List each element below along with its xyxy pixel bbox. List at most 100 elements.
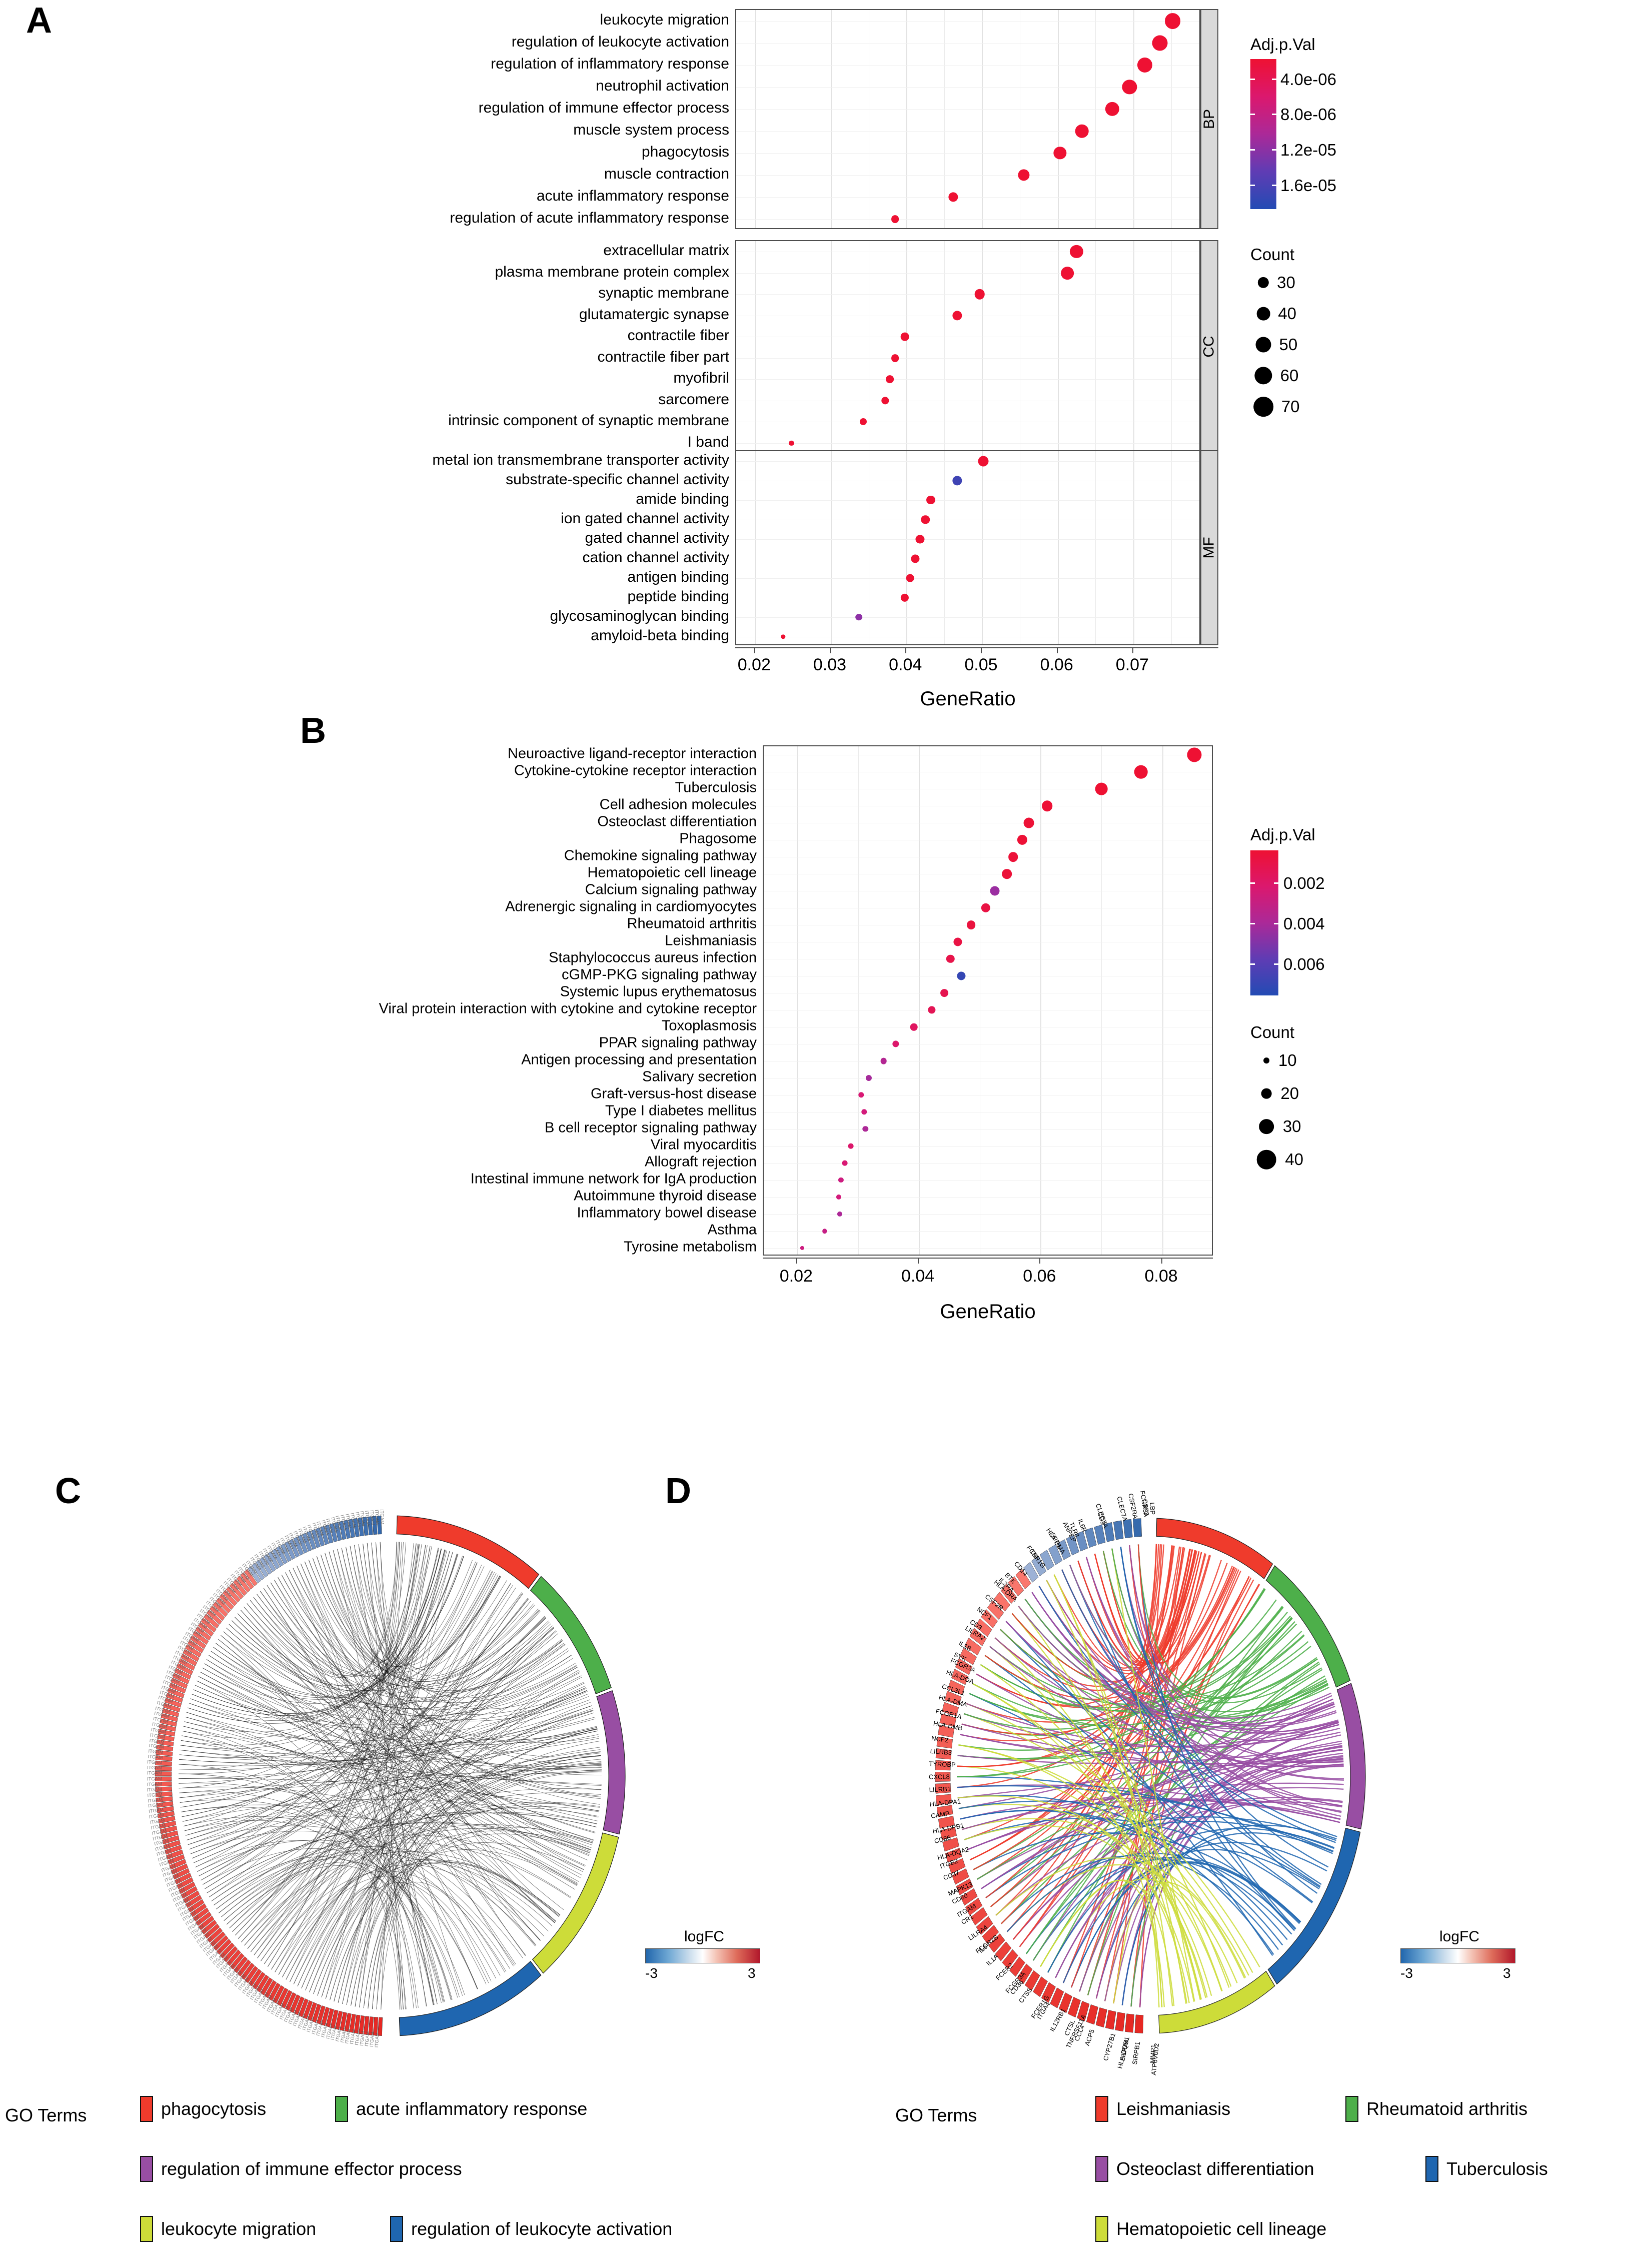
category-label: contractile fiber part (597, 348, 729, 365)
chord-gene-arc (1105, 2010, 1116, 2030)
category-label: Autoimmune thyroid disease (574, 1188, 757, 1204)
data-point (880, 1057, 887, 1064)
data-point (1061, 266, 1074, 280)
x-axis-tick (981, 648, 982, 653)
data-point (781, 634, 786, 639)
data-point (1002, 869, 1012, 879)
category-label: Toxoplasmosis (661, 1017, 757, 1034)
data-point (940, 989, 949, 997)
gridline-h (736, 175, 1199, 176)
go-term-swatch (1345, 2096, 1358, 2122)
category-label: cation channel activity (582, 549, 730, 566)
gridline-h (736, 617, 1199, 618)
x-axis-tick-label: 0.03 (813, 655, 847, 674)
go-term-label: Tuberculosis (1446, 2158, 1548, 2179)
colorbar-tick-label: 0.002 (1283, 874, 1325, 893)
go-term-label: acute inflammatory response (356, 2098, 588, 2119)
size-legend-dot (1259, 1119, 1274, 1134)
adjpval-colorbar (1250, 59, 1276, 209)
data-point (855, 613, 862, 621)
gridline-h (764, 1129, 1212, 1130)
gene-label: ITGAM (147, 1776, 162, 1782)
category-label: sarcomere (658, 391, 729, 408)
gridline-h (736, 461, 1199, 462)
category-label: I band (687, 433, 729, 450)
category-label: Osteoclast differentiation (597, 813, 757, 830)
data-point (860, 418, 867, 426)
category-label: Phagosome (679, 830, 757, 847)
category-label: antigen binding (627, 568, 729, 585)
facet-panel-CC (735, 240, 1200, 453)
size-legend-label: 60 (1280, 366, 1299, 385)
chord-ribbon (346, 1547, 501, 1669)
category-label: regulation of acute inflammatory respons… (450, 210, 729, 226)
color-legend-title: Adj.p.Val (1250, 35, 1315, 54)
chord-term-arc (596, 1690, 626, 1835)
chord-gene-arc (1123, 1519, 1133, 1539)
gene-label: LILRB3 (929, 1747, 952, 1757)
x-axis-tick-label: 0.07 (1115, 655, 1149, 674)
data-point (1053, 147, 1066, 160)
gene-label: ITGAM (147, 1759, 163, 1766)
go-term-label: Osteoclast differentiation (1116, 2158, 1314, 2179)
data-point (838, 1177, 844, 1183)
chord-ribbon (278, 1876, 497, 1979)
go-term-label: regulation of immune effector process (161, 2158, 462, 2179)
colorbar-tick-label: 0.006 (1283, 954, 1325, 973)
colorbar-tick-label: 1.2e-05 (1280, 141, 1336, 159)
category-label: muscle contraction (604, 166, 729, 182)
panel-d-logfc-legend: logFC -3 3 (1400, 1928, 1520, 1983)
x-axis-tick (754, 648, 755, 653)
data-point (1105, 102, 1119, 117)
data-point (800, 1246, 804, 1251)
go-term-label: Leishmaniasis (1116, 2098, 1231, 2119)
gridline-h (736, 273, 1199, 274)
category-label: Cell adhesion molecules (599, 796, 757, 813)
data-point (1164, 13, 1181, 29)
colorbar-tick-label: 4.0e-06 (1280, 70, 1336, 89)
data-point (1187, 747, 1202, 762)
data-point (978, 456, 989, 466)
size-legend-dot (1254, 367, 1272, 385)
go-terms-title: GO Terms (5, 2105, 87, 2125)
x-axis-tick (1132, 648, 1133, 653)
facet-strip-MF: MF (1200, 450, 1218, 645)
chord-ribbon (297, 1702, 591, 1986)
gridline-h (736, 500, 1199, 501)
go-term-swatch (335, 2096, 348, 2122)
chord-ribbon (188, 1825, 523, 1958)
category-label: Staphylococcus aureus infection (549, 949, 757, 966)
facet-strip-label: MF (1201, 537, 1218, 559)
category-label: glutamatergic synapse (579, 306, 729, 323)
data-point (891, 215, 899, 223)
data-point (891, 354, 899, 362)
category-label: gated channel activity (585, 529, 729, 546)
gene-label: TYROBP (929, 1760, 956, 1769)
data-point (837, 1211, 843, 1217)
data-point (1134, 765, 1148, 779)
colorbar-tick (1250, 184, 1255, 186)
data-point (881, 397, 889, 405)
colorbar-tick (1274, 963, 1278, 965)
data-point (915, 534, 924, 544)
data-point (981, 903, 991, 913)
chord-ribbons (956, 1544, 1344, 2008)
logfc-max-label: 3 (748, 1965, 756, 1981)
panel-c-logfc-legend: logFC -3 3 (645, 1928, 765, 1983)
colorbar-tick (1250, 114, 1255, 116)
chord-gene-arc (1133, 1518, 1142, 1537)
panel-letter-d: D (665, 1471, 691, 1511)
go-terms-title: GO Terms (895, 2105, 977, 2125)
go-term-swatch (1095, 2096, 1108, 2122)
gridline-h (736, 43, 1199, 44)
data-point (952, 311, 962, 321)
data-point (836, 1194, 841, 1200)
chord-ribbon (181, 1740, 593, 1845)
color-legend-title: Adj.p.Val (1250, 825, 1315, 844)
category-label: muscle system process (573, 122, 729, 138)
x-axis-tick-label: 0.06 (1040, 655, 1073, 674)
gridline-h (736, 294, 1199, 295)
data-point (866, 1074, 872, 1081)
category-label: regulation of immune effector process (478, 100, 729, 116)
category-label: acute inflammatory response (536, 188, 729, 204)
